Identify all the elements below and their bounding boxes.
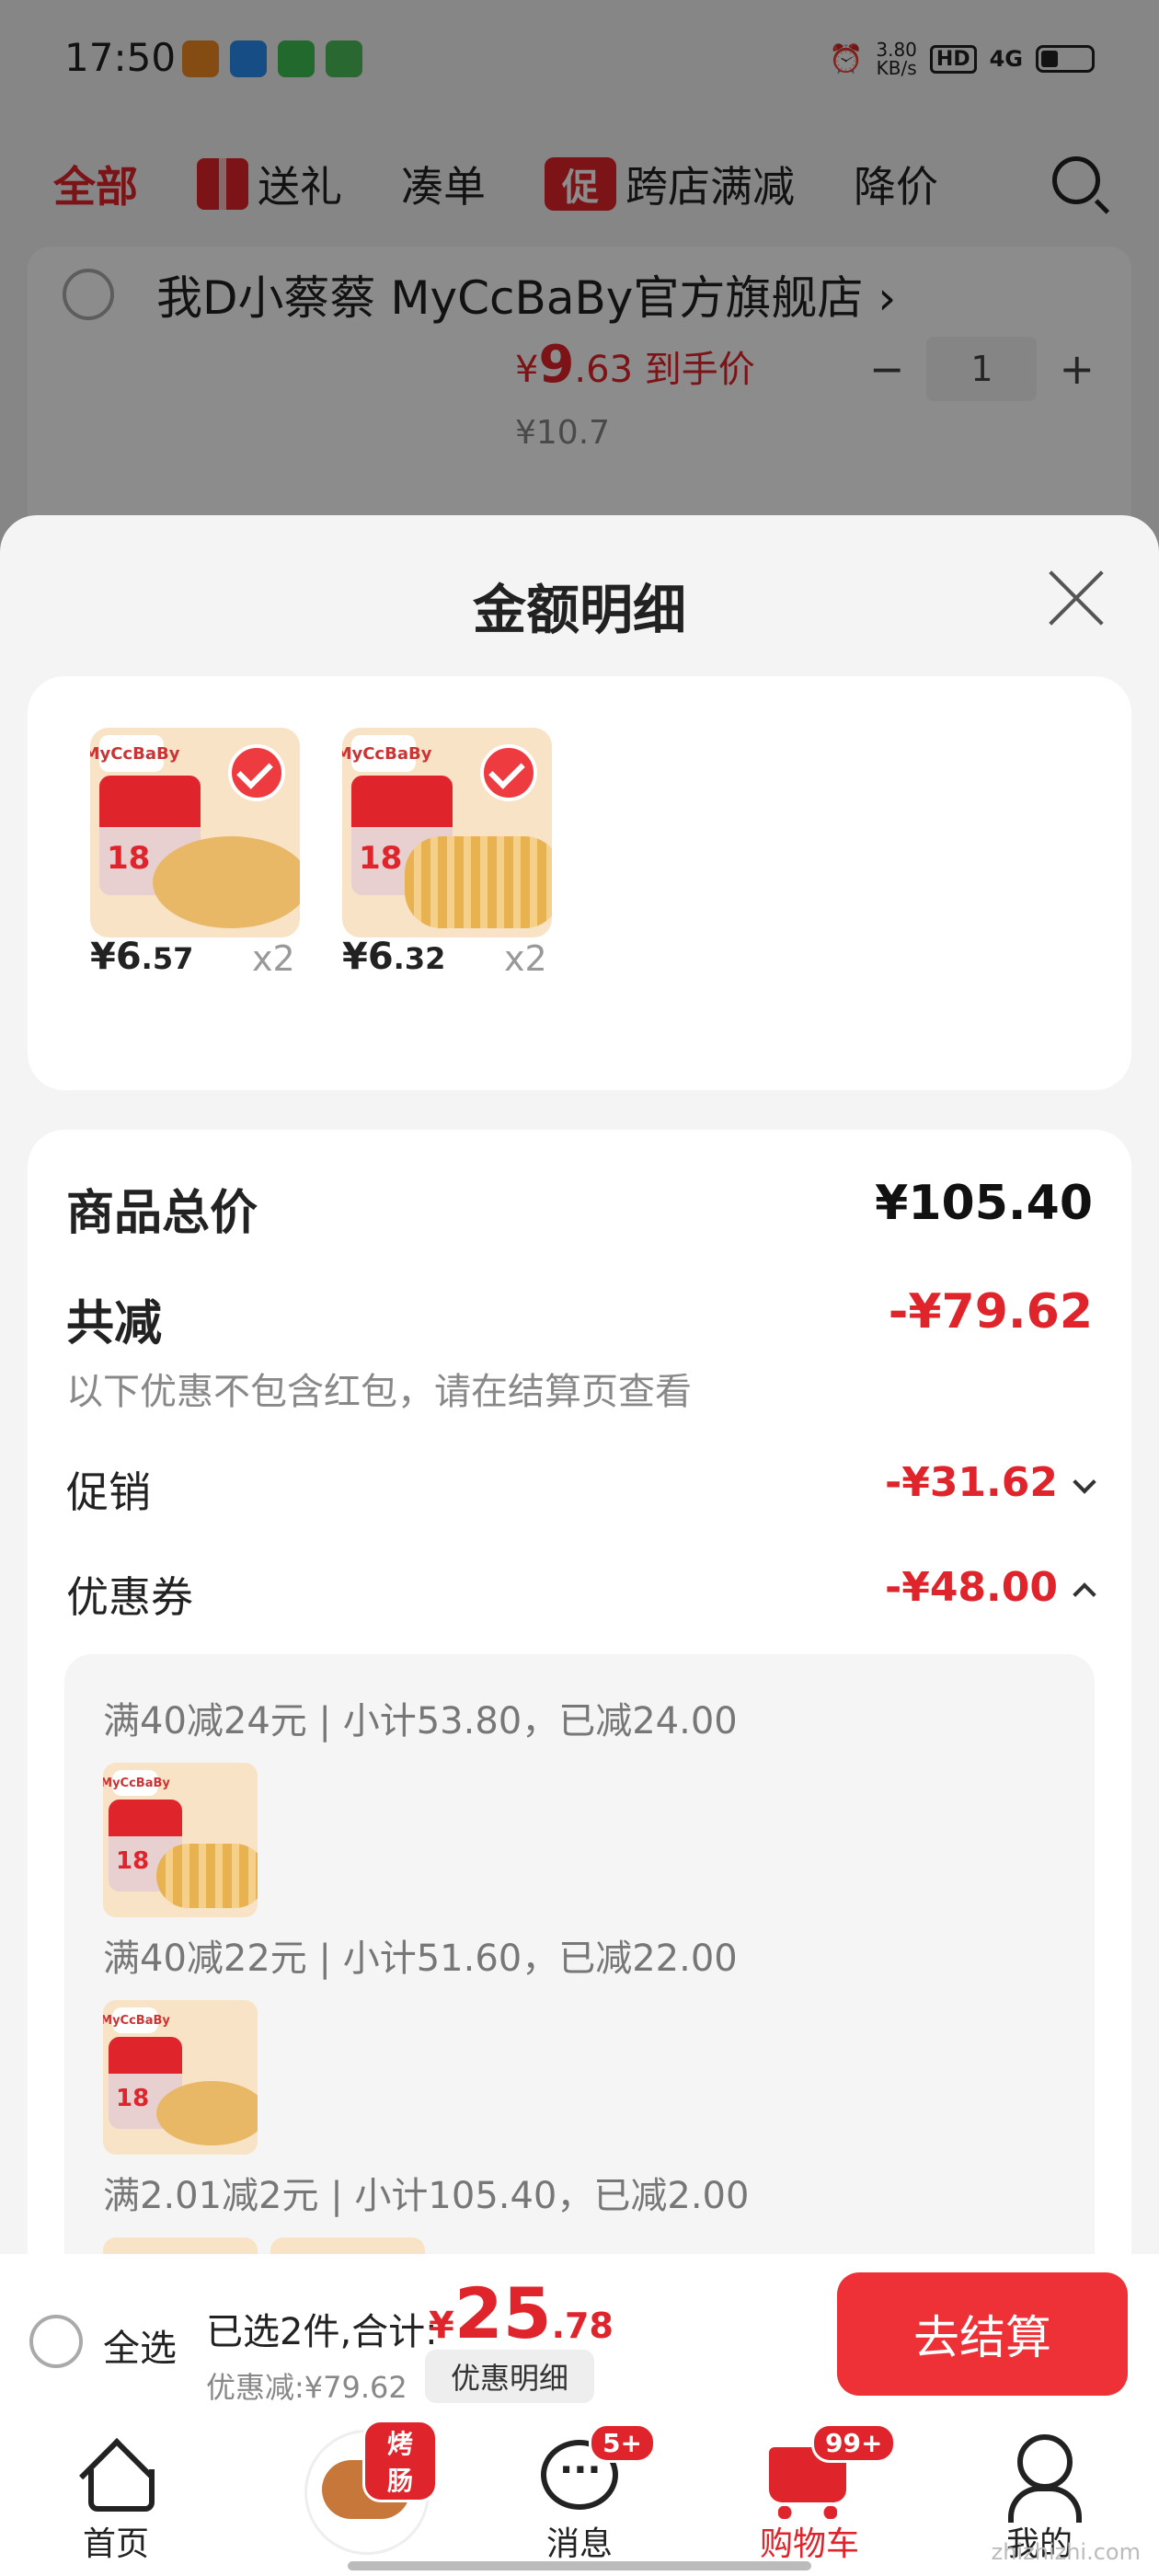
cart-badge: 99+ <box>811 2423 897 2463</box>
coupon-rule: 满2.01减2元 | 小计105.40，已减2.00 <box>103 2175 750 2217</box>
watermark: zhizhizhi.com <box>991 2539 1141 2565</box>
selected-items-card: MyCcBaBy ¥6.57 x2 MyCcBaBy ¥6.32 x2 <box>28 676 1131 1090</box>
item-qty: x2 <box>504 938 547 979</box>
item-price: ¥6.32 <box>342 936 446 978</box>
product-image: MyCcBaBy <box>342 728 552 937</box>
chevron-up-icon <box>1073 1582 1096 1606</box>
nav-promo[interactable]: 烤肠 <box>254 2420 438 2576</box>
item-thumbnail[interactable]: MyCcBaBy <box>90 728 302 937</box>
promo-label: 促销 <box>66 1467 151 1517</box>
bottom-navigation: 首页 烤肠 5+ 消息 99+ 购物车 我的 <box>0 2420 1159 2576</box>
messages-badge: 5+ <box>589 2423 656 2463</box>
promo-badge: 烤肠 <box>362 2420 438 2502</box>
coupon-product-image: MyCcBaBy <box>103 2000 258 2155</box>
coupon-rule: 满40减24元 | 小计53.80，已减24.00 <box>103 1700 738 1742</box>
price-breakdown-card: 商品总价 ¥105.40 共减 -¥79.62 以下优惠不包含红包，请在结算页查… <box>28 1130 1131 2263</box>
reduce-label: 共减 <box>66 1296 163 1351</box>
item-price: ¥6.57 <box>90 936 194 978</box>
chevron-down-icon <box>1073 1470 1096 1494</box>
sheet-title: 金额明细 <box>472 579 686 641</box>
coupon-rule: 满40减22元 | 小计51.60，已减22.00 <box>103 1938 738 1980</box>
coupon-label: 优惠券 <box>66 1572 193 1622</box>
total-value: ¥105.40 <box>875 1176 1093 1231</box>
item-thumbnail[interactable]: MyCcBaBy <box>342 728 554 937</box>
coupon-detail-list: 满40减24元 | 小计53.80，已减24.00 MyCcBaBy 满40减2… <box>64 1654 1095 2263</box>
total-label: 商品总价 <box>66 1186 258 1241</box>
selected-count: 已选2件,合计: <box>206 2311 438 2353</box>
product-image: MyCcBaBy <box>90 728 300 937</box>
home-indicator <box>348 2561 811 2570</box>
select-all-checkbox[interactable] <box>29 2315 83 2368</box>
checkout-button[interactable]: 去结算 <box>837 2272 1128 2396</box>
discount-note: 以下优惠不包含红包，请在结算页查看 <box>66 1371 692 1413</box>
nav-messages[interactable]: 5+ 消息 <box>488 2420 671 2576</box>
home-icon <box>81 2440 155 2512</box>
close-icon[interactable] <box>1045 567 1107 629</box>
coupon-toggle[interactable]: -¥48.00 <box>885 1564 1096 1611</box>
discount-amount: 优惠减:¥79.62 <box>206 2370 407 2405</box>
promo-toggle[interactable]: -¥31.62 <box>885 1459 1096 1506</box>
discount-detail-button[interactable]: 优惠明细 <box>425 2350 594 2403</box>
amount-detail-sheet: 金额明细 MyCcBaBy ¥6.57 x2 MyCcBaBy ¥6.32 x2… <box>0 515 1159 2263</box>
nav-cart[interactable]: 99+ 购物车 <box>717 2420 901 2576</box>
checkout-bar: 全选 已选2件,合计: ¥25.78 优惠减:¥79.62 优惠明细 去结算 <box>0 2254 1159 2420</box>
coupon-product-image: MyCcBaBy <box>103 1763 258 1917</box>
item-qty: x2 <box>252 938 295 979</box>
reduce-value: -¥79.62 <box>888 1284 1093 1340</box>
user-icon <box>1008 2434 1082 2523</box>
total-price: ¥25.78 <box>429 2272 614 2354</box>
check-icon <box>480 744 537 801</box>
nav-home[interactable]: 首页 <box>24 2420 208 2576</box>
select-all-label[interactable]: 全选 <box>103 2318 177 2372</box>
check-icon <box>228 744 285 801</box>
